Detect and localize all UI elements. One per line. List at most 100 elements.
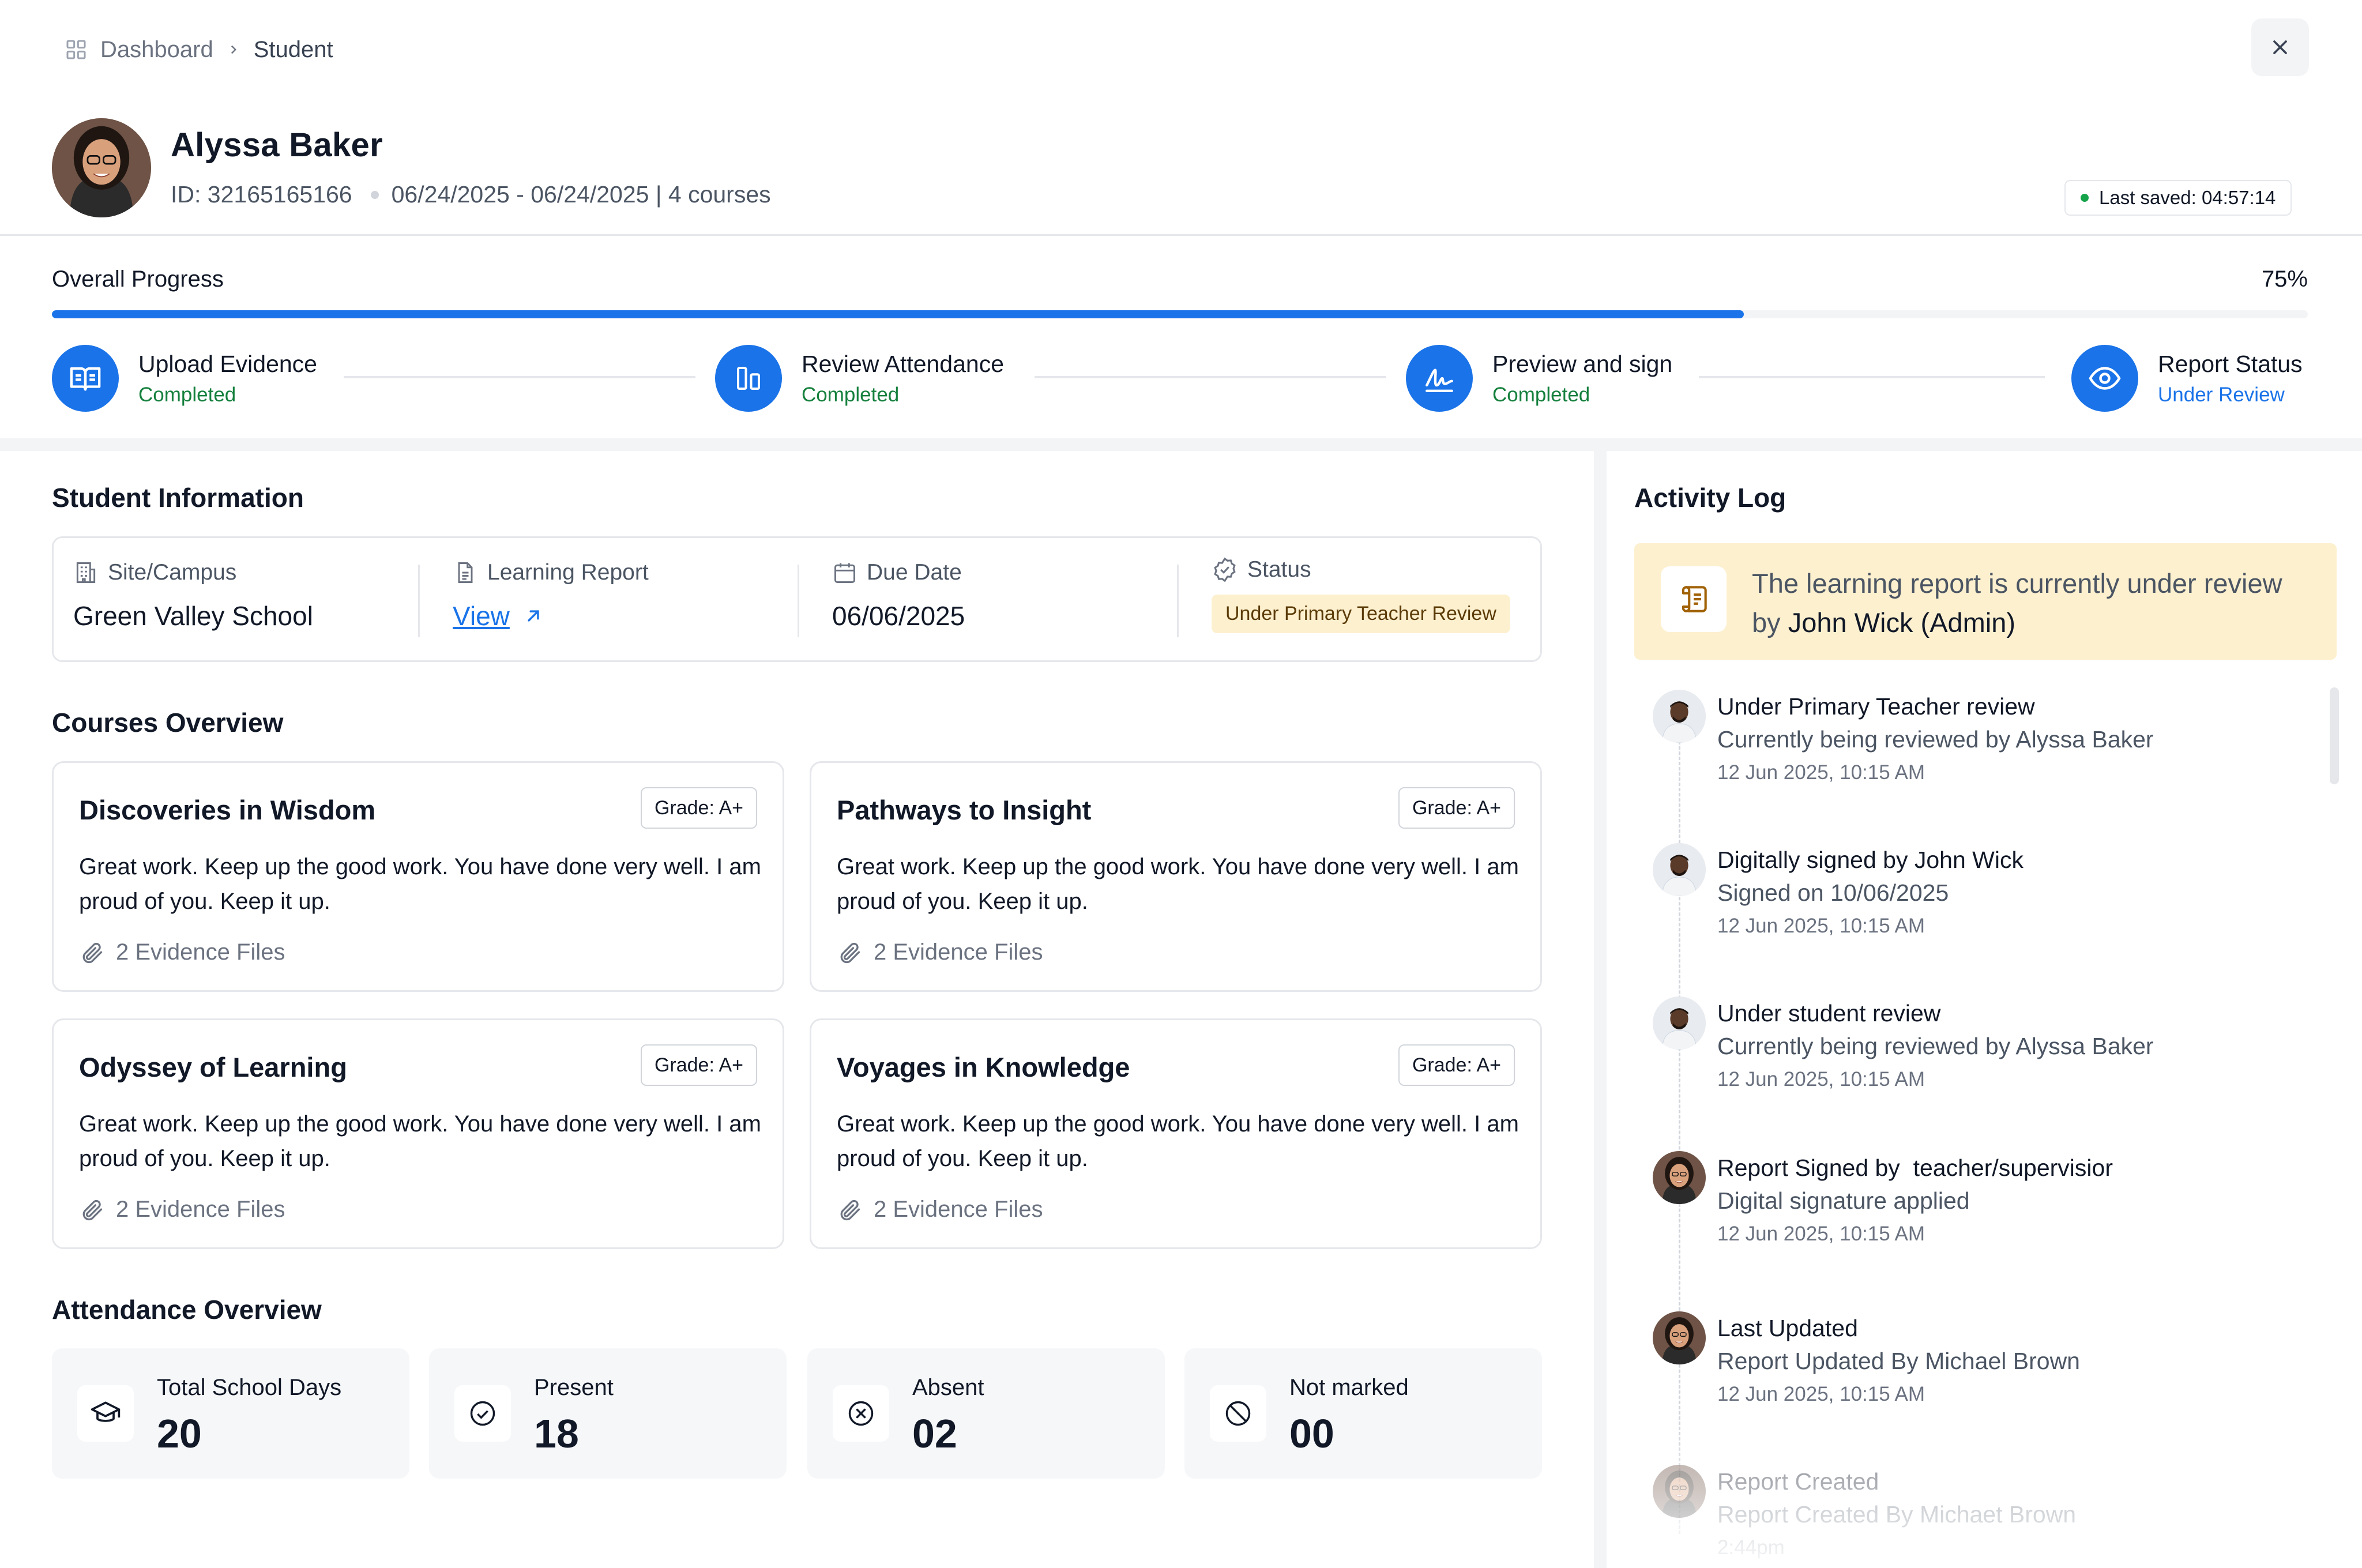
step-report-status[interactable]: Report Status Under Review xyxy=(2071,345,2303,412)
course-card[interactable]: Discoveries in Wisdom Grade: A+ Great wo… xyxy=(52,761,784,992)
log-title: Digitally signed by John Wick xyxy=(1717,847,2024,873)
info-divider xyxy=(418,565,420,637)
document-icon xyxy=(458,562,473,583)
step-connector xyxy=(1035,376,1386,378)
book-open-icon xyxy=(70,367,101,391)
progress-label: Overall Progress xyxy=(52,266,224,292)
info-divider xyxy=(798,565,799,637)
breadcrumb: Dashboard Student xyxy=(65,35,333,65)
evidence-files-link[interactable]: 2 Evidence Files xyxy=(837,1197,1043,1223)
evidence-files-text: 2 Evidence Files xyxy=(116,939,285,965)
course-card[interactable]: Pathways to Insight Grade: A+ Great work… xyxy=(810,761,1542,992)
course-feedback: Great work. Keep up the good work. You h… xyxy=(837,854,1519,914)
due-date-label: Due Date xyxy=(867,560,962,585)
attendance-value: 02 xyxy=(912,1411,957,1456)
log-title: Report Signed by teacher/supervisior xyxy=(1717,1155,2113,1181)
course-feedback: Great work. Keep up the good work. You h… xyxy=(837,1111,1519,1171)
course-title: Discoveries in Wisdom xyxy=(79,795,376,825)
log-timestamp: 12 Jun 2025, 10:15 AM xyxy=(1717,1383,1925,1405)
student-id: ID: 32165165166 xyxy=(171,181,352,208)
activity-log-item: Under student review Currently being revi… xyxy=(1653,997,2154,1091)
evidence-files-link[interactable]: 2 Evidence Files xyxy=(79,939,285,965)
step-review-attendance[interactable]: Review Attendance Completed xyxy=(715,345,1004,412)
breadcrumb-current: Student xyxy=(253,36,333,62)
log-avatar xyxy=(1653,1465,1706,1518)
section-band xyxy=(0,438,2362,451)
x-circle-icon xyxy=(848,1401,874,1426)
activity-log-item: Under Primary Teacher review Currently be… xyxy=(1653,690,2154,784)
log-description: Digital signature applied xyxy=(1717,1187,1970,1214)
log-description: Currently being reviewed by Alyssa Baker xyxy=(1717,1033,2154,1059)
log-timestamp: 2:44pm xyxy=(1717,1536,1785,1559)
attendance-label: Absent xyxy=(912,1375,984,1400)
learning-report-label: Learning Report xyxy=(487,560,649,585)
signature-icon xyxy=(1426,369,1453,392)
grade-badge: Grade: A+ xyxy=(1398,1044,1515,1086)
course-card[interactable]: Voyages in Knowledge Grade: A+ Great wor… xyxy=(810,1018,1542,1249)
grade-badge: Grade: A+ xyxy=(1398,787,1515,829)
status-badge: Under Primary Teacher Review xyxy=(1212,595,1510,633)
attendance-value: 20 xyxy=(157,1411,202,1456)
attendance-card-present: Present 18 xyxy=(429,1348,787,1479)
bar-chart-icon xyxy=(736,366,761,390)
meta-separator-dot xyxy=(370,190,379,199)
close-button[interactable] xyxy=(2251,18,2309,76)
info-site: Site/Campus Green Valley School xyxy=(73,560,313,631)
step-title: Report Status xyxy=(2158,350,2303,377)
progress-percent: 75% xyxy=(2261,266,2308,292)
log-title: Under student review xyxy=(1717,1000,1941,1026)
att-icon-wrap xyxy=(1210,1385,1266,1442)
paperclip-icon xyxy=(840,1199,860,1220)
paperclip-icon xyxy=(82,1199,103,1220)
log-description: Currently being reviewed by Alyssa Baker xyxy=(1717,726,2154,753)
evidence-files-text: 2 Evidence Files xyxy=(116,1197,285,1222)
progress-bar-fill xyxy=(52,310,1744,318)
close-icon xyxy=(2273,40,2287,54)
student-info-card: Site/Campus Green Valley School Learning… xyxy=(52,536,1542,662)
log-description: Report Updated By Michael Brown xyxy=(1717,1348,2080,1374)
notice-text: The learning report is currently under r… xyxy=(1752,564,2317,642)
log-timestamp: 12 Jun 2025, 10:15 AM xyxy=(1717,1068,1925,1091)
attendance-label: Total School Days xyxy=(157,1375,342,1400)
evidence-files-link[interactable]: 2 Evidence Files xyxy=(837,939,1043,965)
student-meta: ID: 32165165166 06/24/2025 - 06/24/2025 … xyxy=(171,181,771,208)
calendar-icon xyxy=(834,563,855,583)
scroll-icon xyxy=(1682,586,1707,612)
course-title: Pathways to Insight xyxy=(837,795,1092,825)
saved-status-dot xyxy=(2081,194,2089,202)
view-link-text: View xyxy=(453,601,510,631)
log-avatar xyxy=(1653,997,1706,1050)
step-preview-and-sign[interactable]: Preview and sign Completed xyxy=(1406,345,1672,412)
step-upload-evidence[interactable]: Upload Evidence Completed xyxy=(52,345,317,412)
attendance-card-total: Total School Days 20 xyxy=(52,1348,409,1479)
courses-overview-title: Courses Overview xyxy=(52,708,284,738)
attendance-card-absent: Absent 02 xyxy=(807,1348,1165,1479)
paperclip-icon xyxy=(840,942,860,963)
evidence-files-link[interactable]: 2 Evidence Files xyxy=(79,1197,285,1223)
log-title: Last Updated xyxy=(1717,1315,1858,1341)
activity-scrollbar[interactable] xyxy=(2330,687,2339,784)
progress-bar xyxy=(52,310,2308,318)
log-avatar xyxy=(1653,843,1706,896)
log-title: Under Primary Teacher review xyxy=(1717,693,2035,720)
building-icon xyxy=(76,562,96,583)
log-timestamp: 12 Jun 2025, 10:15 AM xyxy=(1717,1223,1925,1245)
breadcrumb-dashboard-link[interactable]: Dashboard xyxy=(100,37,213,63)
info-divider xyxy=(1177,565,1179,637)
learning-report-view-link[interactable]: View xyxy=(453,600,649,631)
check-circle-icon xyxy=(470,1401,495,1426)
step-title: Upload Evidence xyxy=(138,350,317,377)
header-divider xyxy=(0,234,2362,236)
info-learning-report: Learning Report View xyxy=(453,560,649,631)
badge-check-icon xyxy=(1214,557,1236,582)
step-title: Preview and sign xyxy=(1492,350,1673,377)
activity-log-item: Report Signed by teacher/supervisior Digi… xyxy=(1653,1151,2113,1246)
chevron-right-icon xyxy=(231,45,236,54)
step-connector xyxy=(344,376,695,378)
attendance-overview-title: Attendance Overview xyxy=(52,1295,322,1325)
log-title: Report Created xyxy=(1717,1468,1879,1495)
course-card[interactable]: Odyssey of Learning Grade: A+ Great work… xyxy=(52,1018,784,1249)
attendance-value: 00 xyxy=(1289,1411,1334,1456)
att-icon-wrap xyxy=(833,1385,889,1442)
step-status: Completed xyxy=(138,383,236,406)
